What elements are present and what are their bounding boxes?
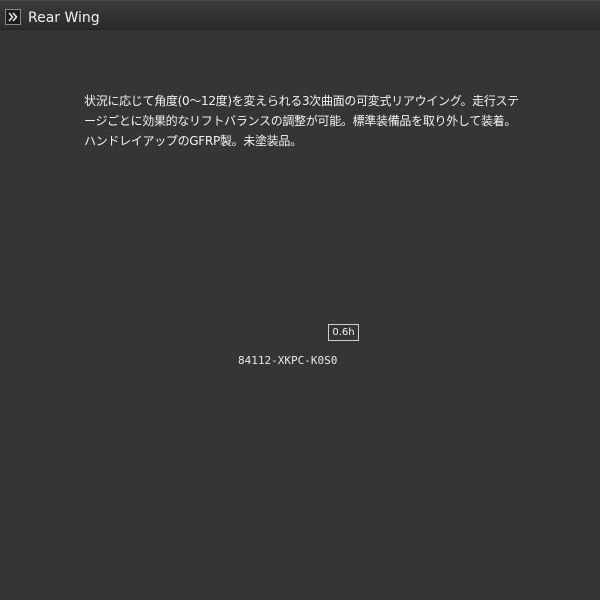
duration-badge: 0.6h <box>328 324 359 341</box>
title-bar: Rear Wing <box>0 0 600 30</box>
part-number: 84112-XKPC-K0S0 <box>238 354 338 367</box>
page-title: Rear Wing <box>28 10 100 26</box>
item-description: 状況に応じて角度(0〜12度)を変えられる3次曲面の可変式リアウイング。走行ステ… <box>84 94 519 148</box>
expand-button[interactable] <box>5 9 21 25</box>
double-chevron-right-icon <box>8 12 18 22</box>
